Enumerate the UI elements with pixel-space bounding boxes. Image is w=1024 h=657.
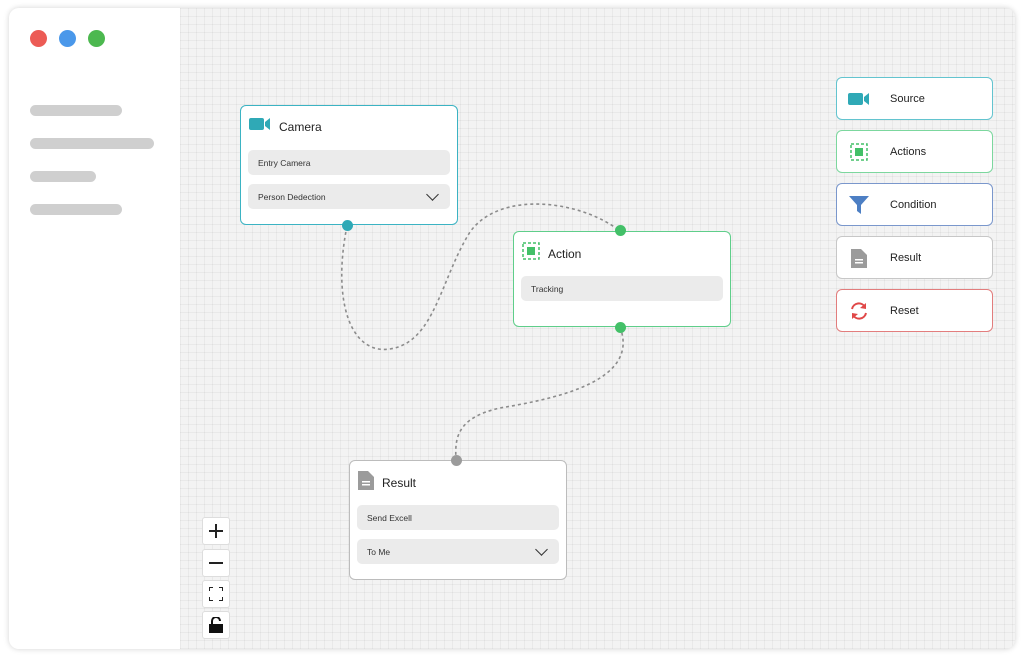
tracking-field[interactable]: Tracking	[521, 276, 723, 301]
maximize-window-button[interactable]	[88, 30, 105, 47]
close-window-button[interactable]	[30, 30, 47, 47]
result-input-port[interactable]	[451, 455, 462, 466]
refresh-icon	[847, 300, 871, 322]
camera-output-port[interactable]	[342, 220, 353, 231]
recipient-select[interactable]: To Me	[357, 539, 559, 564]
palette-source-label: Source	[890, 92, 925, 105]
fit-view-button[interactable]	[202, 580, 230, 608]
palette-result-button[interactable]: Result	[836, 236, 993, 279]
palette-condition-button[interactable]: Condition	[836, 183, 993, 226]
action-node-header: Action	[522, 242, 581, 265]
palette-condition-label: Condition	[890, 198, 937, 211]
lock-button[interactable]	[202, 611, 230, 639]
filter-icon	[847, 194, 871, 216]
action-node[interactable]: Action Tracking	[513, 231, 731, 327]
camera-node[interactable]: Camera Entry Camera Person Dedection	[240, 105, 458, 225]
action-output-port[interactable]	[615, 322, 626, 333]
palette-reset-label: Reset	[890, 304, 919, 317]
palette-actions-label: Actions	[890, 145, 927, 158]
window-controls	[30, 30, 105, 47]
detection-select[interactable]: Person Dedection	[248, 184, 450, 209]
palette-reset-button[interactable]: Reset	[836, 289, 993, 332]
palette-actions-button[interactable]: Actions	[836, 130, 993, 173]
recipient-select-value: To Me	[367, 546, 391, 557]
video-camera-icon	[847, 88, 871, 110]
send-excel-field[interactable]: Send Excell	[357, 505, 559, 530]
entry-camera-value: Entry Camera	[258, 157, 311, 168]
zoom-in-button[interactable]	[202, 517, 230, 545]
tracking-square-icon	[847, 141, 871, 163]
sidebar-item-placeholder[interactable]	[30, 204, 122, 215]
action-input-port[interactable]	[615, 225, 626, 236]
zoom-out-button[interactable]	[202, 549, 230, 577]
result-node-title: Result	[382, 476, 417, 490]
document-icon	[358, 471, 374, 495]
tracking-value: Tracking	[531, 283, 564, 294]
minus-icon	[209, 562, 223, 564]
fit-view-icon	[209, 587, 223, 601]
action-node-title: Action	[548, 246, 582, 261]
video-camera-icon	[249, 116, 271, 137]
minimize-window-button[interactable]	[59, 30, 76, 47]
send-excel-value: Send Excell	[367, 512, 412, 523]
sidebar-item-placeholder[interactable]	[30, 105, 122, 116]
detection-select-value: Person Dedection	[258, 191, 326, 202]
palette-result-label: Result	[890, 251, 922, 264]
plus-icon	[209, 524, 223, 538]
result-node-header: Result	[358, 471, 416, 495]
camera-node-header: Camera	[249, 116, 322, 137]
sidebar-item-placeholder[interactable]	[30, 138, 154, 149]
entry-camera-field[interactable]: Entry Camera	[248, 150, 450, 175]
lock-icon	[209, 617, 223, 633]
camera-node-title: Camera	[279, 119, 322, 134]
sidebar	[9, 8, 180, 649]
sidebar-item-placeholder[interactable]	[30, 171, 96, 182]
palette-source-button[interactable]: Source	[836, 77, 993, 120]
chevron-down-icon	[426, 187, 439, 201]
chevron-down-icon	[535, 542, 548, 556]
tracking-square-icon	[522, 242, 540, 265]
document-icon	[847, 247, 871, 269]
result-node[interactable]: Result Send Excell To Me	[349, 460, 567, 580]
